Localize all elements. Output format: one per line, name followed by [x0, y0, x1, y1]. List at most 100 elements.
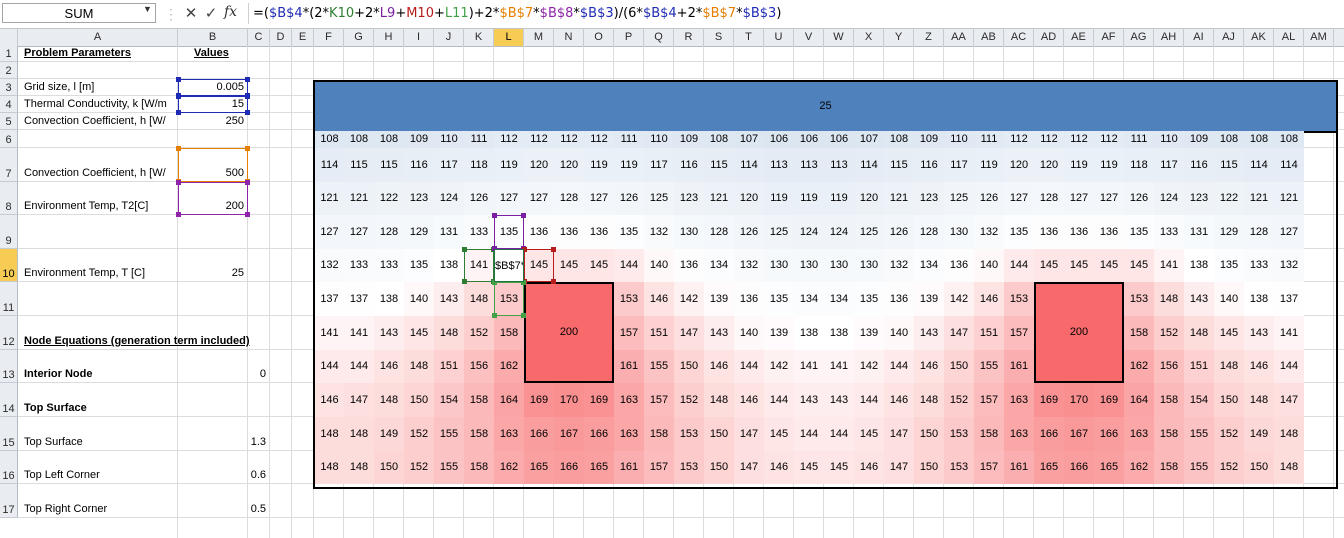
temp-cell[interactable]: 106: [764, 131, 794, 148]
column-header-g[interactable]: G: [344, 29, 374, 46]
temp-cell[interactable]: 148: [344, 451, 374, 484]
column-header-s[interactable]: S: [704, 29, 734, 46]
temp-cell[interactable]: 164: [1124, 383, 1154, 417]
temp-cell[interactable]: 140: [734, 316, 764, 350]
resize-handle[interactable]: [245, 146, 250, 151]
cell-r17a[interactable]: Top Right Corner: [24, 503, 107, 515]
temp-cell[interactable]: 135: [1214, 249, 1244, 282]
column-header-aa[interactable]: AA: [944, 29, 974, 46]
ref-b8-box[interactable]: [178, 182, 248, 215]
temp-cell[interactable]: 127: [344, 215, 374, 249]
temp-cell[interactable]: 135: [854, 282, 884, 316]
temp-cell[interactable]: 112: [1034, 131, 1064, 148]
temp-cell[interactable]: 125: [644, 182, 674, 215]
temp-cell[interactable]: 146: [914, 350, 944, 383]
temp-cell[interactable]: 136: [524, 215, 554, 249]
temp-cell[interactable]: 133: [464, 215, 494, 249]
column-header-y[interactable]: Y: [884, 29, 914, 46]
temp-cell[interactable]: 129: [1214, 215, 1244, 249]
temp-cell[interactable]: 112: [554, 131, 584, 148]
column-header-ah[interactable]: AH: [1154, 29, 1184, 46]
temp-cell[interactable]: 155: [1184, 451, 1214, 484]
temp-cell[interactable]: 119: [494, 148, 524, 182]
temp-cell[interactable]: 157: [974, 383, 1004, 417]
temp-cell[interactable]: 136: [1094, 215, 1124, 249]
temp-cell[interactable]: 158: [974, 417, 1004, 451]
temp-cell[interactable]: 117: [644, 148, 674, 182]
cell-r16c[interactable]: 0.6: [248, 469, 266, 481]
temp-cell[interactable]: 153: [944, 451, 974, 484]
temp-cell[interactable]: 147: [734, 417, 764, 451]
row-header-3[interactable]: 3: [0, 79, 18, 96]
temp-cell[interactable]: 111: [614, 131, 644, 148]
ref-b7-box[interactable]: [178, 148, 248, 182]
resize-handle[interactable]: [551, 279, 556, 284]
temp-cell[interactable]: 135: [1124, 215, 1154, 249]
temp-cell[interactable]: 158: [1154, 451, 1184, 484]
temp-cell[interactable]: 127: [1274, 215, 1304, 249]
temp-cell[interactable]: 106: [794, 131, 824, 148]
temp-cell[interactable]: 165: [524, 451, 554, 484]
temp-cell[interactable]: 140: [644, 249, 674, 282]
temp-cell[interactable]: 141: [1274, 316, 1304, 350]
temp-cell[interactable]: 126: [974, 182, 1004, 215]
temp-cell[interactable]: 132: [315, 249, 344, 282]
column-header-t[interactable]: T: [734, 29, 764, 46]
temp-cell[interactable]: 139: [704, 282, 734, 316]
temp-cell[interactable]: 169: [524, 383, 554, 417]
temp-cell[interactable]: 150: [914, 451, 944, 484]
temp-cell[interactable]: 133: [1244, 249, 1274, 282]
temp-cell[interactable]: 116: [914, 148, 944, 182]
temp-cell[interactable]: 132: [1274, 249, 1304, 282]
temp-cell[interactable]: 120: [854, 182, 884, 215]
temp-cell[interactable]: 121: [315, 182, 344, 215]
temp-cell[interactable]: 132: [884, 249, 914, 282]
temp-cell[interactable]: 144: [854, 383, 884, 417]
temp-cell[interactable]: 114: [734, 148, 764, 182]
temp-cell[interactable]: 152: [674, 383, 704, 417]
temp-cell[interactable]: 146: [854, 451, 884, 484]
row-header-7[interactable]: 7: [0, 148, 18, 182]
column-header-ae[interactable]: AE: [1064, 29, 1094, 46]
row-header-16[interactable]: 16: [0, 451, 18, 484]
temp-cell[interactable]: 157: [644, 383, 674, 417]
temp-cell[interactable]: 134: [824, 282, 854, 316]
temp-cell[interactable]: 127: [1064, 182, 1094, 215]
temp-cell[interactable]: 120: [554, 148, 584, 182]
temp-cell[interactable]: 142: [854, 350, 884, 383]
column-header-ab[interactable]: AB: [974, 29, 1004, 46]
column-header-ak[interactable]: AK: [1244, 29, 1274, 46]
temp-cell[interactable]: 130: [764, 249, 794, 282]
temp-cell[interactable]: 112: [524, 131, 554, 148]
temp-cell[interactable]: 152: [464, 316, 494, 350]
temp-cell[interactable]: 150: [704, 417, 734, 451]
row-header-8[interactable]: 8: [0, 182, 18, 215]
resize-handle[interactable]: [176, 110, 181, 115]
temp-cell[interactable]: 146: [315, 383, 344, 417]
temp-cell[interactable]: 116: [674, 148, 704, 182]
resize-handle[interactable]: [245, 110, 250, 115]
temp-cell[interactable]: 163: [1004, 417, 1034, 451]
temp-cell[interactable]: 147: [674, 316, 704, 350]
temp-cell[interactable]: 115: [704, 148, 734, 182]
temp-cell[interactable]: 150: [944, 350, 974, 383]
temp-cell[interactable]: 161: [1004, 451, 1034, 484]
temp-cell[interactable]: 169: [1094, 383, 1124, 417]
column-header-j[interactable]: J: [434, 29, 464, 46]
temp-cell[interactable]: 164: [494, 383, 524, 417]
row-header-12[interactable]: 12: [0, 316, 18, 350]
temp-cell[interactable]: 169: [1034, 383, 1064, 417]
temp-cell[interactable]: 167: [554, 417, 584, 451]
column-header-p[interactable]: P: [614, 29, 644, 46]
temp-cell[interactable]: 108: [315, 131, 344, 148]
temp-cell[interactable]: 151: [644, 316, 674, 350]
column-header-i[interactable]: I: [404, 29, 434, 46]
temp-cell[interactable]: 109: [404, 131, 434, 148]
temp-cell[interactable]: 153: [674, 417, 704, 451]
temp-cell[interactable]: 151: [434, 350, 464, 383]
temp-cell[interactable]: 109: [914, 131, 944, 148]
temp-cell[interactable]: 146: [974, 282, 1004, 316]
temp-cell[interactable]: 151: [1184, 350, 1214, 383]
cell-r10b[interactable]: 25: [178, 267, 244, 279]
temp-cell[interactable]: 144: [734, 350, 764, 383]
